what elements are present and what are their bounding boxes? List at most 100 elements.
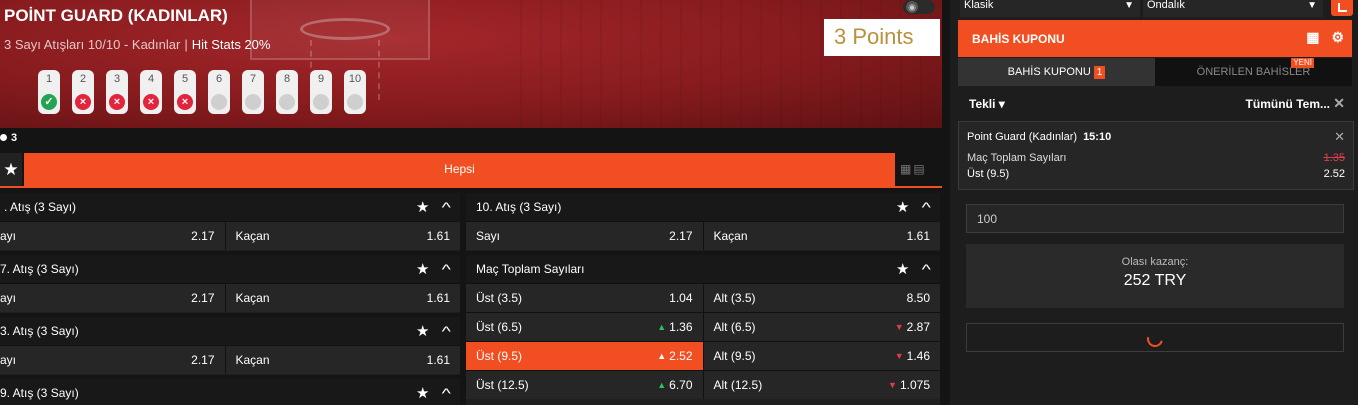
- odd-label: Alt (6.5): [713, 320, 756, 334]
- coupon-type-select[interactable]: Klasik ▼: [960, 0, 1140, 17]
- market-shot-10: 10. Atış (3 Sayı) ★ ^ Sayı 2.17 Kaçan 1.61: [466, 193, 940, 251]
- slip-pick: Üst (9.5): [967, 168, 1010, 180]
- grid-view-icon[interactable]: ▦: [900, 162, 913, 176]
- odd-button[interactable]: Üst (3.5) 1.04: [466, 284, 704, 312]
- odd-button-selected[interactable]: Üst (9.5) ▲ 2.52: [466, 342, 704, 370]
- odd-label: Sayı: [476, 229, 501, 243]
- stake-input[interactable]: 100: [966, 204, 1344, 233]
- odd-button[interactable]: ayı 2.17: [0, 346, 226, 374]
- odd-button[interactable]: Alt (3.5) 8.50: [703, 284, 940, 312]
- shot-indicator: 5 ×: [174, 70, 196, 114]
- shot-indicator: 8: [276, 70, 298, 114]
- pending-icon: [279, 94, 295, 110]
- chevron-up-icon[interactable]: ^: [442, 385, 451, 401]
- collapse-panel-button[interactable]: [1331, 0, 1353, 16]
- chevron-up-icon[interactable]: ^: [922, 261, 931, 277]
- chevron-up-icon[interactable]: ^: [922, 199, 931, 215]
- odd-label: Üst (9.5): [476, 349, 523, 363]
- odd-button[interactable]: Kaçan 1.61: [703, 222, 940, 250]
- star-icon[interactable]: ★: [416, 260, 429, 278]
- odd-value-wrap: 8.50: [907, 291, 930, 305]
- star-icon[interactable]: ★: [416, 322, 429, 340]
- odd-button[interactable]: Üst (12.5) ▲ 6.70: [466, 371, 704, 399]
- close-icon[interactable]: ✕: [1333, 95, 1345, 112]
- odd-button[interactable]: Kaçan 1.61: [225, 222, 460, 250]
- odd-label: Kaçan: [713, 229, 748, 243]
- odds-format-select[interactable]: Ondalık ▼: [1143, 0, 1323, 17]
- tab-coupon[interactable]: BAHİS KUPONU 1: [958, 58, 1155, 86]
- filter-underline: [0, 186, 942, 188]
- odd-value: 2.87: [906, 320, 930, 334]
- odds-format-value: Ondalık: [1147, 0, 1185, 11]
- remove-selection-icon[interactable]: ✕: [1334, 129, 1345, 145]
- odd-button[interactable]: Alt (9.5) ▼ 1.46: [703, 342, 940, 370]
- odd-value: 2.17: [191, 291, 215, 305]
- bet-type-row: Tekli ▾ Tümünü Tem... ✕: [958, 88, 1352, 118]
- slip-event-name: Point Guard (Kadınlar): [967, 131, 1078, 143]
- gear-icon[interactable]: ⚙: [1331, 29, 1344, 46]
- odd-value-wrap: ▲ 6.70: [657, 378, 692, 392]
- odd-button[interactable]: Kaçan 1.61: [225, 284, 460, 312]
- shot-number: 2: [79, 73, 87, 85]
- trend-down-icon: ▼: [888, 380, 897, 390]
- tab-suggested[interactable]: ÖNERİLEN BAHİSLER YENİ: [1155, 58, 1352, 86]
- list-view-icon[interactable]: ▤: [913, 162, 926, 176]
- shot-indicator: 1 ✓: [38, 70, 60, 114]
- odd-button[interactable]: Üst (6.5) ▲ 1.36: [466, 313, 704, 341]
- market-header[interactable]: Maç Toplam Sayıları ★ ^: [466, 255, 940, 283]
- shot-number: 7: [249, 73, 257, 85]
- stats-toggle[interactable]: ◉: [903, 0, 935, 14]
- market-header[interactable]: 3. Atış (3 Sayı) ★ ^: [0, 317, 460, 345]
- x-icon: ×: [75, 94, 91, 110]
- star-icon[interactable]: ★: [416, 198, 429, 216]
- favorites-star-button[interactable]: ★: [0, 153, 22, 186]
- x-icon: ×: [109, 94, 125, 110]
- odd-value: 1.46: [906, 349, 930, 363]
- shot-indicator: 4 ×: [140, 70, 162, 114]
- trend-up-icon: ▲: [657, 380, 667, 390]
- trend-down-icon: ▼: [894, 351, 904, 361]
- market-header[interactable]: 10. Atış (3 Sayı) ★ ^: [466, 193, 940, 221]
- chevron-up-icon[interactable]: ^: [442, 199, 451, 215]
- odds-row: ayı 2.17 Kaçan 1.61: [0, 221, 460, 250]
- odd-button[interactable]: Alt (12.5) ▼ 1.075: [703, 371, 940, 399]
- single-bet-dropdown[interactable]: Tekli ▾: [969, 97, 1005, 111]
- odd-button[interactable]: Kaçan 1.61: [225, 346, 460, 374]
- star-icon[interactable]: ★: [896, 198, 909, 216]
- x-icon: ×: [177, 94, 193, 110]
- filter-all-button[interactable]: Hepsi: [24, 153, 895, 186]
- market-header[interactable]: 7. Atış (3 Sayı) ★ ^: [0, 255, 460, 283]
- hoop-graphic: [300, 18, 390, 40]
- market-total-points: Maç Toplam Sayıları ★ ^ Üst (3.5) 1.04 Alt (…: [466, 255, 940, 405]
- odd-button[interactable]: Alt (6.5) ▼ 2.87: [703, 313, 940, 341]
- shot-number: 8: [283, 73, 291, 85]
- market-shot-7: 7. Atış (3 Sayı) ★ ^ ayı 2.17 Kaçan 1.61: [0, 255, 460, 313]
- odd-button[interactable]: ayı 2.17: [0, 222, 226, 250]
- star-icon[interactable]: ★: [896, 260, 909, 278]
- chevron-up-icon[interactable]: ^: [442, 261, 451, 277]
- slip-event: Point Guard (Kadınlar) 15:10: [967, 131, 1111, 143]
- slip-market: Maç Toplam Sayıları: [967, 152, 1067, 164]
- dropdown-arrow-icon: ▼: [1124, 0, 1134, 11]
- clear-all-link[interactable]: Tümünü Tem...: [1246, 97, 1330, 111]
- calculator-icon[interactable]: ▦: [1306, 29, 1319, 46]
- coupon-header: BAHİS KUPONU ▦ ⚙: [958, 20, 1352, 57]
- chevron-up-icon[interactable]: ^: [442, 323, 451, 339]
- place-bet-button[interactable]: [966, 323, 1344, 352]
- trend-up-icon: ▲: [657, 322, 667, 332]
- shot-indicator: 6: [208, 70, 230, 114]
- market-header[interactable]: 9. Atış (3 Sayı) ★ ^: [0, 379, 460, 405]
- live-counter: 3: [0, 132, 17, 144]
- shot-number: 1: [45, 73, 53, 85]
- odd-value: 1.61: [426, 291, 450, 305]
- star-icon[interactable]: ★: [416, 384, 429, 402]
- odd-button[interactable]: Sayı 2.17: [466, 222, 704, 250]
- format-selects: Klasik ▼ Ondalık ▼: [960, 0, 1330, 18]
- odd-value: 1.36: [669, 320, 693, 334]
- loading-spinner-icon: [1144, 328, 1166, 350]
- odd-value: 2.52: [669, 349, 693, 363]
- market-header[interactable]: . Atış (3 Sayı) ★ ^: [0, 193, 460, 221]
- slip-old-odd: 1.35: [1323, 152, 1345, 164]
- odd-button[interactable]: ayı 2.17: [0, 284, 226, 312]
- view-toggle[interactable]: ▦▤: [900, 162, 927, 176]
